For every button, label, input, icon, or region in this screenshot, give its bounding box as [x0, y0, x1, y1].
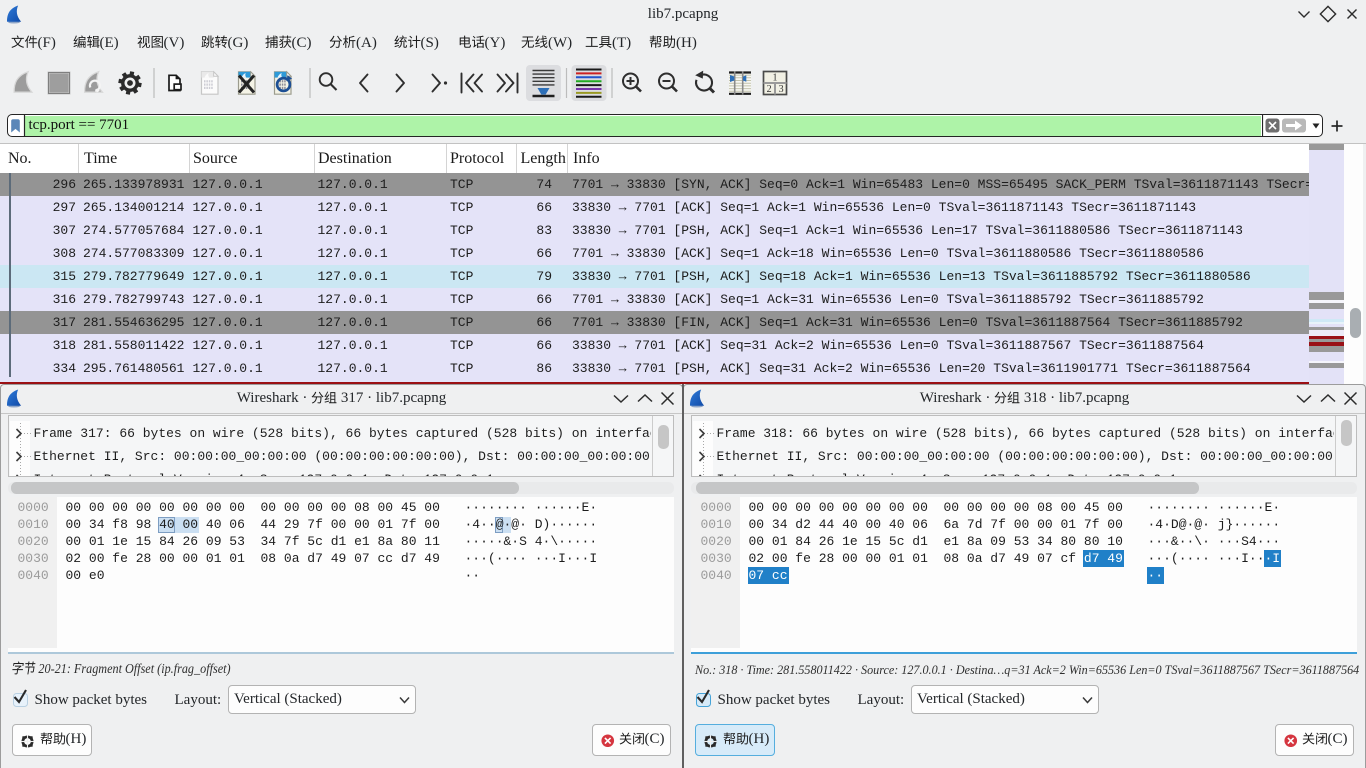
svg-text:3: 3 [779, 84, 784, 95]
svg-text:2: 2 [767, 84, 772, 95]
svg-text:1: 1 [773, 73, 778, 84]
